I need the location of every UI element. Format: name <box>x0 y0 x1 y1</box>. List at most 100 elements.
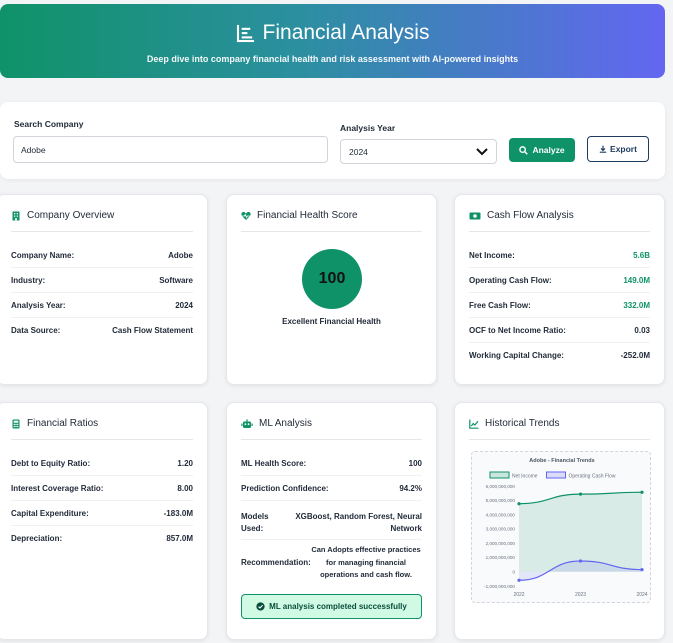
row-value: -183.0M <box>163 508 193 518</box>
y-tick-label: 1,000,000,000 <box>486 555 516 560</box>
row-label: Free Cash Flow: <box>469 300 531 310</box>
data-point <box>578 559 583 563</box>
row-value: Can Adopts effective practices for manag… <box>311 545 421 579</box>
chart-title: Adobe - Financial Trends <box>529 458 594 464</box>
legend-label: Net Income <box>512 474 538 480</box>
x-tick-label: 2023 <box>575 592 586 598</box>
x-tick-label: 2024 <box>636 592 647 598</box>
cashflow-row: Net Income: 5.6B <box>469 243 650 268</box>
card-header: ML Analysis <box>241 416 422 440</box>
trend-chart: Adobe - Financial Trends Net Income Operat… <box>484 458 648 598</box>
money-icon <box>469 212 481 220</box>
company-label: Search Company <box>14 119 84 129</box>
health-score-label: Excellent Financial Health <box>282 317 381 326</box>
legend-label: Operating Cash Flow <box>569 474 616 480</box>
overview-row: Company Name: Adobe <box>11 243 193 268</box>
year-select[interactable]: 2024 <box>340 139 497 164</box>
trend-chart-container: Adobe - Financial Trends Net Income Operat… <box>471 451 651 603</box>
analyze-button[interactable]: Analyze <box>509 138 575 162</box>
row-value: 857.0M <box>166 534 193 543</box>
row-label: Net Income: <box>469 250 515 260</box>
ml-row: Prediction Confidence: 94.2% <box>241 476 422 501</box>
line-chart-icon <box>469 419 479 429</box>
card-header: Historical Trends <box>469 416 650 440</box>
ratio-row: Capital Expenditure: -183.0M <box>11 501 193 526</box>
data-point <box>578 492 583 496</box>
cashflow-row: Operating Cash Flow: 149.0M <box>469 268 650 293</box>
row-label: Models Used: <box>241 512 269 533</box>
cash-flow-card: Cash Flow Analysis Net Income: 5.6B Opera… <box>454 194 665 385</box>
ratio-row: Interest Coverage Ratio: 8.00 <box>11 476 193 501</box>
row-value: Adobe <box>168 250 193 260</box>
health-score-card: Financial Health Score 100 Excellent Fin… <box>226 194 437 385</box>
row-value: 5.6B <box>633 250 650 260</box>
data-point <box>640 567 644 572</box>
y-tick-label: -1,000,000,000 <box>484 584 515 589</box>
y-tick-label: 2,000,000,000 <box>486 541 516 546</box>
success-text: ML analysis completed successfully <box>269 602 407 611</box>
row-label: Prediction Confidence: <box>241 483 329 493</box>
chart-icon <box>236 24 254 42</box>
company-overview-card: Company Overview Company Name: Adobe Indu… <box>0 194 208 385</box>
page-subtitle: Deep dive into company financial health … <box>146 54 519 64</box>
row-label: Depreciation: <box>11 534 63 543</box>
row-value: 149.0M <box>623 275 650 285</box>
row-label: OCF to Net Income Ratio: <box>469 325 566 335</box>
chevron-down-icon <box>476 147 488 155</box>
ml-row: ML Health Score: 100 <box>241 451 422 476</box>
x-tick-label: 2022 <box>513 592 524 598</box>
card-header: Company Overview <box>11 208 193 232</box>
row-label: Debt to Equity Ratio: <box>11 458 91 468</box>
heartbeat-icon <box>241 211 251 220</box>
row-value: Cash Flow Statement <box>112 326 193 335</box>
card-header: Financial Health Score <box>241 208 422 232</box>
row-label: Company Name: <box>11 250 75 260</box>
robot-icon <box>241 419 253 428</box>
row-label: Industry: <box>11 275 46 285</box>
row-label: Working Capital Change: <box>469 351 564 360</box>
row-value: Software <box>159 275 193 285</box>
y-tick-label: 4,000,000,000 <box>486 512 516 517</box>
company-search-input[interactable] <box>13 136 328 163</box>
y-tick-label: 3,000,000,000 <box>486 527 516 532</box>
overview-row: Analysis Year: 2024 <box>11 293 193 318</box>
ratio-row: Debt to Equity Ratio: 1.20 <box>11 451 193 476</box>
calculator-icon <box>12 419 20 429</box>
row-label: Operating Cash Flow: <box>469 275 552 285</box>
y-tick-label: 0 <box>512 570 515 575</box>
row-value: 332.0M <box>623 300 650 310</box>
analyze-label: Analyze <box>532 145 565 155</box>
legend-swatch <box>489 471 510 479</box>
cashflow-row: OCF to Net Income Ratio: 0.03 <box>469 318 650 343</box>
card-header: Financial Ratios <box>11 416 193 440</box>
y-tick-label: 6,000,000,000 <box>486 484 516 489</box>
row-label: ML Health Score: <box>241 458 307 468</box>
card-title: Financial Health Score <box>257 210 358 221</box>
search-panel: Search Company Analysis Year 2024 Analyz… <box>0 102 665 179</box>
card-title: ML Analysis <box>259 418 312 429</box>
data-point <box>640 490 644 494</box>
ratio-row: Depreciation: 857.0M <box>11 526 193 551</box>
cashflow-row: Free Cash Flow: 332.0M <box>469 293 650 318</box>
historical-trends-card: Historical Trends Adobe - Financial Tren… <box>454 402 665 640</box>
check-circle-icon <box>256 602 265 611</box>
row-value: 100 <box>408 458 422 468</box>
legend-swatch <box>546 471 566 479</box>
export-button[interactable]: Export <box>587 136 649 162</box>
card-title: Financial Ratios <box>27 418 99 429</box>
row-label: Capital Expenditure: <box>11 508 89 518</box>
ml-success-alert: ML analysis completed successfully <box>241 594 422 619</box>
ml-row: Recommendation: Can Adopts effective pra… <box>241 543 422 585</box>
card-title: Company Overview <box>27 210 115 221</box>
financial-ratios-card: Financial Ratios Debt to Equity Ratio: 1.… <box>0 402 208 640</box>
row-label: Recommendation: <box>241 558 311 567</box>
row-value: 0.03 <box>634 325 650 335</box>
building-icon <box>12 211 20 221</box>
download-icon <box>599 145 607 153</box>
year-label: Analysis Year <box>340 123 396 133</box>
export-label: Export <box>610 144 637 154</box>
row-value: 2024 <box>175 300 193 310</box>
row-value: -252.0M <box>620 351 650 360</box>
card-title: Historical Trends <box>485 418 560 429</box>
row-value: 8.00 <box>177 483 193 493</box>
